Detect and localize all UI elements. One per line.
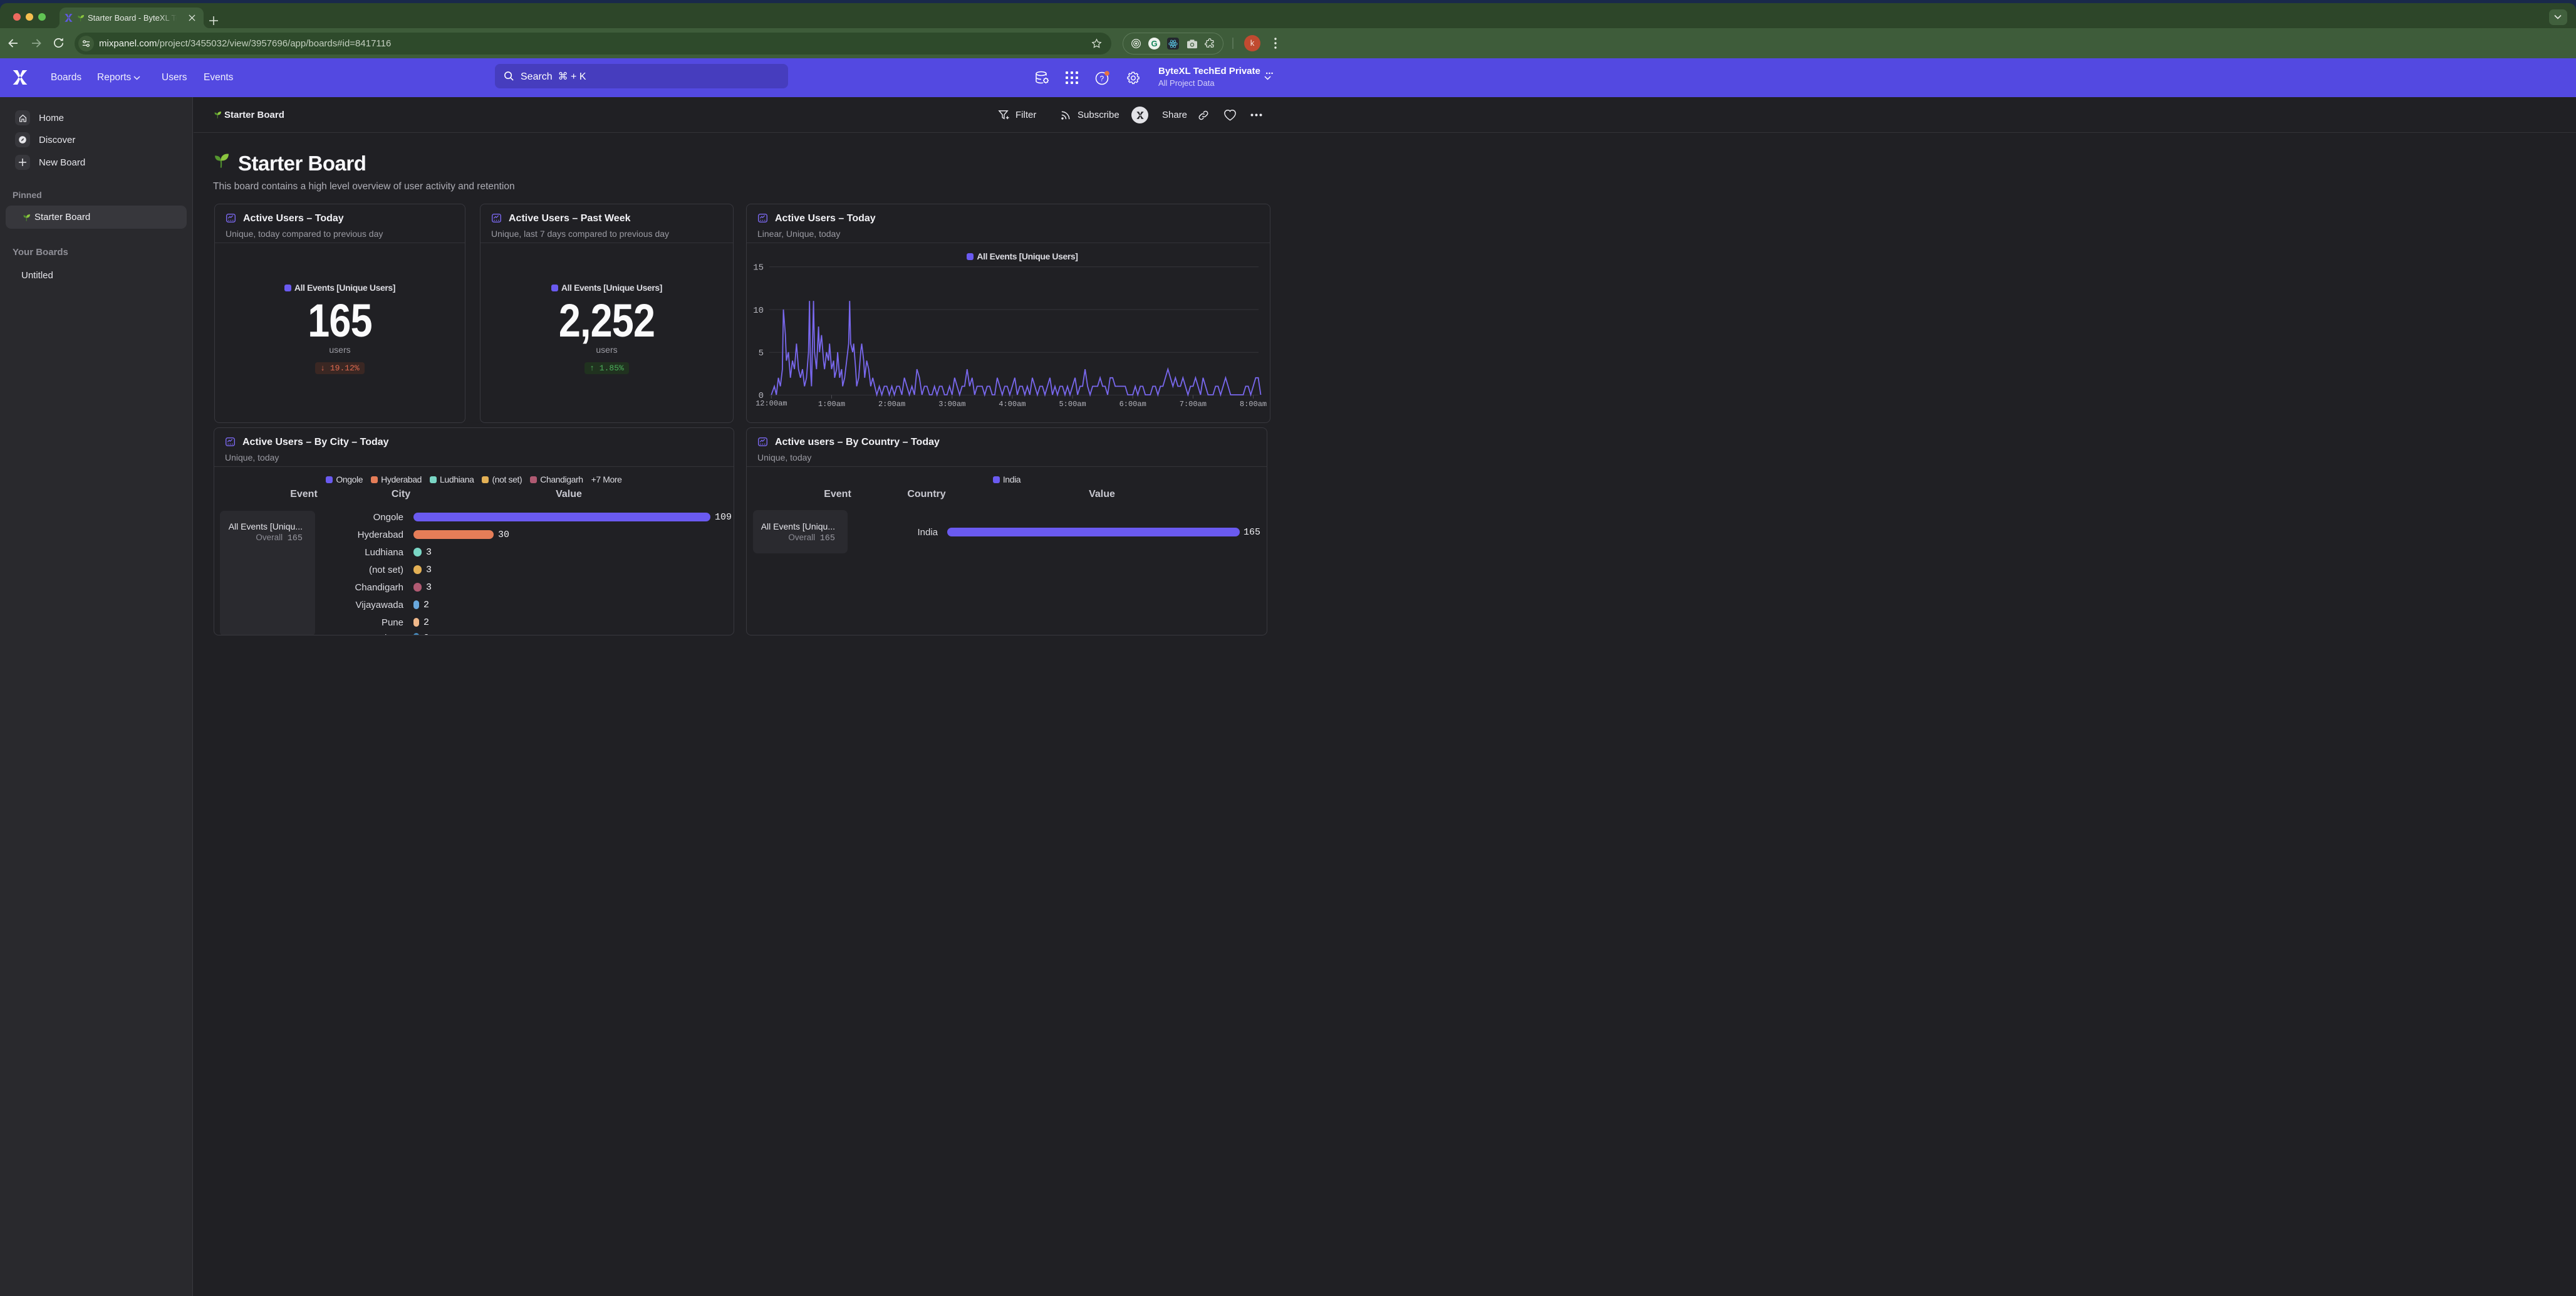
svg-text:5: 5 bbox=[759, 348, 764, 358]
svg-text:6:00am: 6:00am bbox=[1119, 400, 1146, 409]
svg-text:4:00am: 4:00am bbox=[999, 400, 1026, 409]
svg-text:8:00am: 8:00am bbox=[1240, 400, 1267, 409]
svg-text:2:00am: 2:00am bbox=[878, 400, 905, 409]
svg-text:3:00am: 3:00am bbox=[938, 400, 965, 409]
svg-text:10: 10 bbox=[753, 306, 764, 316]
svg-text:12:00am: 12:00am bbox=[756, 399, 787, 408]
svg-text:?: ? bbox=[1100, 74, 1104, 83]
svg-text:5:00am: 5:00am bbox=[1059, 400, 1086, 409]
svg-text:7:00am: 7:00am bbox=[1180, 400, 1207, 409]
svg-text:15: 15 bbox=[753, 263, 764, 273]
svg-text:1:00am: 1:00am bbox=[818, 400, 845, 409]
